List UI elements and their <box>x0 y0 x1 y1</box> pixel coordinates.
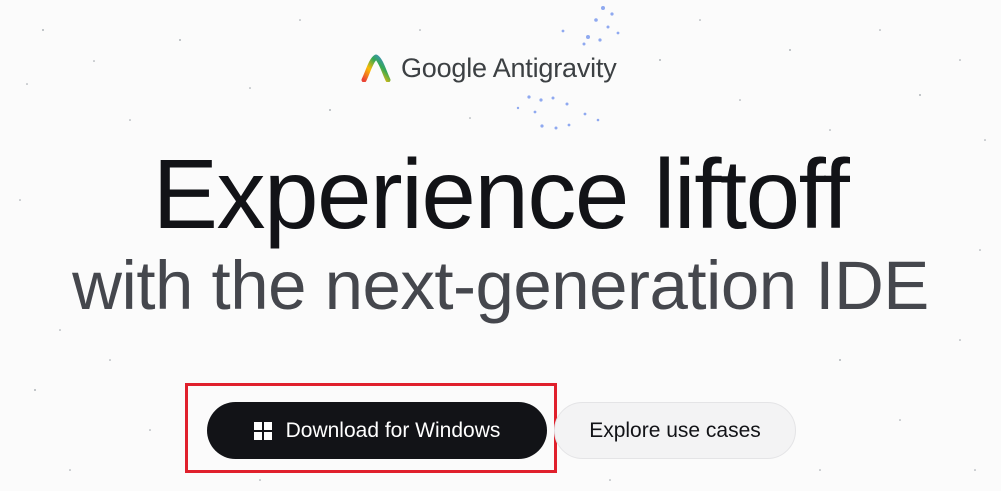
antigravity-logo-icon <box>361 54 391 82</box>
download-for-windows-button[interactable]: Download for Windows <box>207 402 547 459</box>
download-button-label: Download for Windows <box>285 418 501 442</box>
logo-google-text: Google <box>401 52 487 83</box>
windows-icon <box>253 421 272 440</box>
logo-product-text: Antigravity <box>492 52 617 83</box>
brand-logo[interactable]: Google Antigravity <box>361 50 617 86</box>
logo-wordmark: Google Antigravity <box>401 53 617 84</box>
explore-use-cases-button[interactable]: Explore use cases <box>554 402 796 459</box>
explore-button-label: Explore use cases <box>589 418 761 442</box>
hero-headline: Experience liftoff <box>152 139 850 249</box>
hero-subheadline: with the next-generation IDE <box>72 247 929 324</box>
